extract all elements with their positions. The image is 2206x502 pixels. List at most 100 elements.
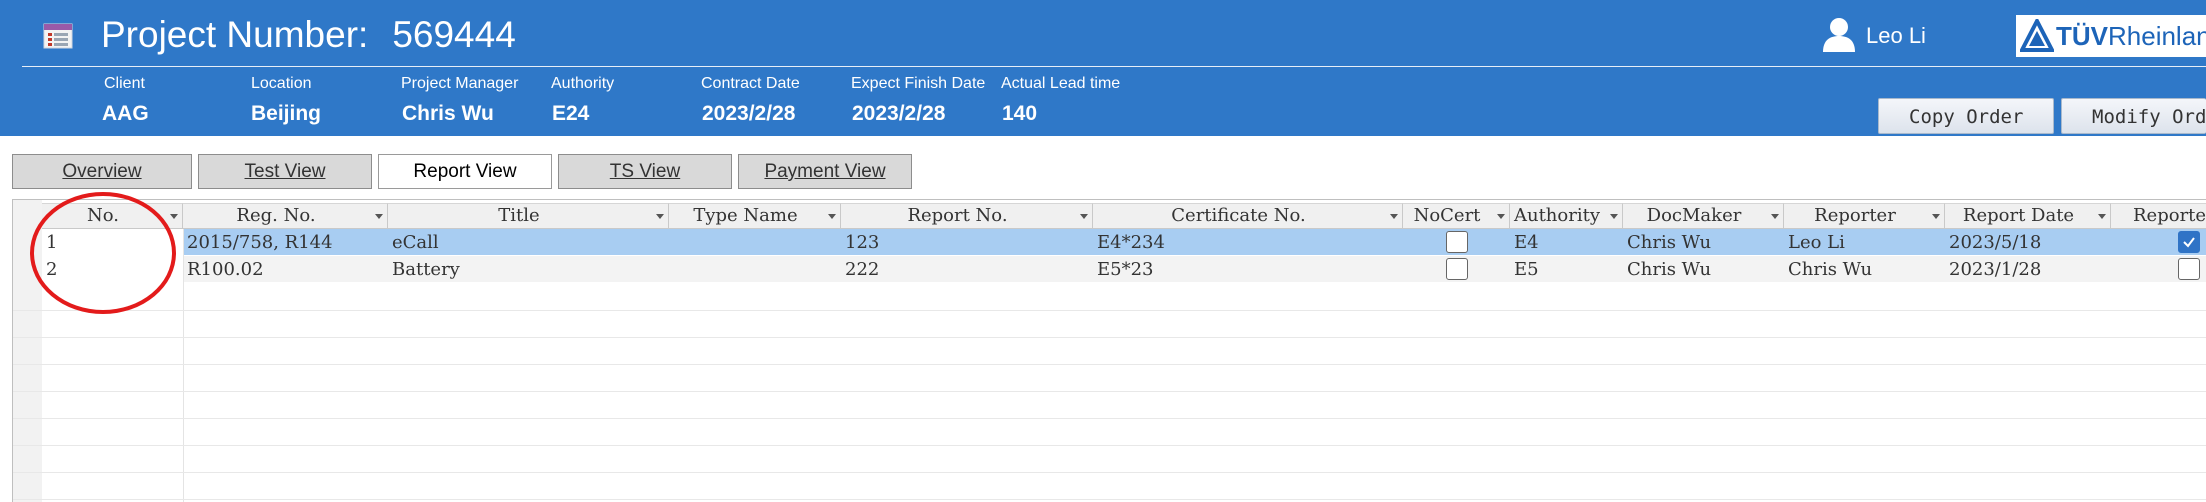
contract-date-label: Contract Date	[701, 75, 800, 92]
authority-info: Authority E24	[551, 74, 614, 128]
row-header-column	[13, 200, 42, 502]
column-header-docmaker[interactable]: DocMaker	[1623, 203, 1784, 229]
cell-title[interactable]: Battery	[388, 256, 669, 282]
filter-dropdown-icon[interactable]	[1771, 214, 1779, 219]
grid-row-line	[13, 499, 2206, 500]
cell-reg-no[interactable]: R100.02	[183, 256, 388, 282]
actual-lead-time-value: 140	[1002, 102, 1038, 125]
grid-row-line	[13, 364, 2206, 365]
filter-dropdown-icon[interactable]	[1497, 214, 1505, 219]
contract-date-info: Contract Date 2023/2/28	[701, 74, 800, 128]
column-header-report-no[interactable]: Report No.	[841, 203, 1093, 229]
grid-row-line	[13, 445, 2206, 446]
cell-docmaker[interactable]: Chris Wu	[1623, 256, 1784, 282]
cell-report-date[interactable]: 2023/5/18	[1945, 229, 2111, 255]
filter-dropdown-icon[interactable]	[1610, 214, 1618, 219]
filter-dropdown-icon[interactable]	[1080, 214, 1088, 219]
cell-docmaker[interactable]: Chris Wu	[1623, 229, 1784, 255]
filter-dropdown-icon[interactable]	[1932, 214, 1940, 219]
actual-lead-time-label: Actual Lead time	[1001, 75, 1121, 92]
authority-label: Authority	[551, 75, 615, 92]
filter-dropdown-icon[interactable]	[1390, 214, 1398, 219]
grid-row-line	[13, 310, 2206, 311]
column-header-type-name[interactable]: Type Name	[669, 203, 841, 229]
filter-dropdown-icon[interactable]	[828, 214, 836, 219]
column-header-reported[interactable]: Reported	[2111, 203, 2206, 229]
logo-triangle-icon	[2018, 16, 2056, 53]
column-header-reg-no[interactable]: Reg. No.	[183, 203, 388, 229]
expect-finish-date-value: 2023/2/28	[852, 102, 946, 125]
column-header-certificate-no[interactable]: Certificate No.	[1093, 203, 1403, 229]
project-number-value: 569444	[392, 14, 516, 55]
cell-no[interactable]: 1	[42, 229, 183, 255]
column-header-report-date-label: Report Date	[1962, 205, 2075, 226]
grid-row-line	[13, 472, 2206, 473]
cell-type-name[interactable]	[669, 229, 841, 255]
cell-report-no[interactable]: 222	[841, 256, 1093, 282]
cell-reg-no[interactable]: 2015/758, R144	[183, 229, 388, 255]
cell-authority[interactable]: E5	[1510, 256, 1623, 282]
copy-order-button[interactable]: Copy Order	[1878, 98, 2054, 134]
cell-authority[interactable]: E4	[1510, 229, 1623, 255]
reported-checkbox[interactable]	[2178, 231, 2200, 253]
nocert-checkbox[interactable]	[1446, 231, 1468, 253]
column-header-report-no-label: Report No.	[907, 205, 1008, 226]
project-manager-info: Project Manager Chris Wu	[401, 74, 518, 128]
tab-report-view[interactable]: Report View	[378, 154, 552, 189]
column-header-nocert[interactable]: NoCert	[1403, 203, 1510, 229]
report-grid: No. Reg. No. Title Type Name Report No. …	[12, 199, 2206, 502]
table-row[interactable]: 1 2015/758, R144 eCall 123 E4*234 E4 Chr…	[42, 229, 2206, 255]
project-manager-value: Chris Wu	[402, 102, 494, 125]
location-label: Location	[251, 75, 312, 92]
cell-no[interactable]: 2	[42, 256, 183, 282]
tab-payment-view[interactable]: Payment View	[738, 154, 912, 189]
column-header-no[interactable]: No.	[42, 203, 183, 229]
expect-finish-date-label: Expect Finish Date	[851, 75, 986, 92]
modify-order-button[interactable]: Modify Order	[2061, 98, 2206, 134]
cell-type-name[interactable]	[669, 256, 841, 282]
cell-title[interactable]: eCall	[388, 229, 669, 255]
project-manager-label: Project Manager	[401, 75, 519, 92]
project-number-title: Project Number: 569444	[101, 10, 516, 60]
filter-dropdown-icon[interactable]	[375, 214, 383, 219]
cell-reporter[interactable]: Leo Li	[1784, 229, 1945, 255]
grid-column-line	[183, 229, 184, 502]
column-header-report-date[interactable]: Report Date	[1945, 203, 2111, 229]
authority-value: E24	[552, 102, 590, 125]
cell-report-date[interactable]: 2023/1/28	[1945, 256, 2111, 282]
grid-row-line	[13, 391, 2206, 392]
expect-finish-date-info: Expect Finish Date 2023/2/28	[851, 74, 985, 128]
column-header-authority[interactable]: Authority	[1510, 203, 1623, 229]
logo-text-bold: TÜV	[2056, 21, 2108, 51]
column-header-title-label: Title	[498, 205, 540, 226]
logo-text-rest: Rheinland	[2108, 21, 2206, 51]
column-header-reported-label: Reported	[2133, 205, 2206, 226]
table-row[interactable]: 2 R100.02 Battery 222 E5*23 E5 Chris Wu …	[42, 256, 2206, 282]
cell-report-no[interactable]: 123	[841, 229, 1093, 255]
client-value: AAG	[102, 102, 149, 125]
column-header-reporter-label: Reporter	[1814, 205, 1896, 226]
column-header-title[interactable]: Title	[388, 203, 669, 229]
contract-date-value: 2023/2/28	[702, 102, 796, 125]
reported-checkbox[interactable]	[2178, 258, 2200, 280]
tab-overview[interactable]: Overview	[12, 154, 192, 189]
filter-dropdown-icon[interactable]	[2098, 214, 2106, 219]
user-avatar-icon[interactable]	[1820, 15, 1858, 53]
column-header-nocert-label: NoCert	[1413, 205, 1481, 226]
user-name[interactable]: Leo Li	[1866, 22, 1926, 50]
filter-dropdown-icon[interactable]	[656, 214, 664, 219]
cell-certificate-no[interactable]: E5*23	[1093, 256, 1403, 282]
nocert-checkbox[interactable]	[1446, 258, 1468, 280]
column-header-certificate-no-label: Certificate No.	[1171, 205, 1306, 226]
filter-dropdown-icon[interactable]	[170, 214, 178, 219]
client-info: Client AAG	[102, 74, 149, 128]
tab-ts-view[interactable]: TS View	[558, 154, 732, 189]
cell-certificate-no[interactable]: E4*234	[1093, 229, 1403, 255]
tab-test-view[interactable]: Test View	[198, 154, 372, 189]
column-header-docmaker-label: DocMaker	[1646, 205, 1742, 226]
column-header-reporter[interactable]: Reporter	[1784, 203, 1945, 229]
project-number-label: Project Number:	[101, 14, 369, 55]
column-header-type-name-label: Type Name	[693, 205, 798, 226]
cell-reporter[interactable]: Chris Wu	[1784, 256, 1945, 282]
project-icon	[43, 23, 73, 49]
